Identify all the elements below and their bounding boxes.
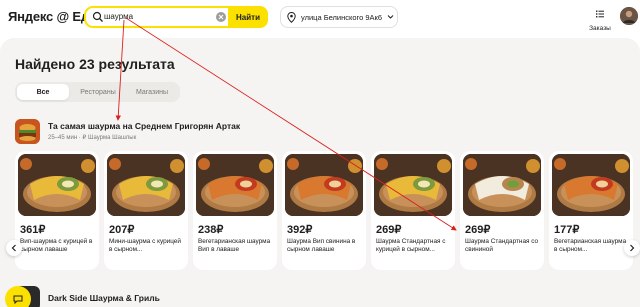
product-card[interactable]: 269₽ Шаурма Стандартная со свининой <box>460 151 544 270</box>
tab-all[interactable]: Все <box>17 84 69 100</box>
product-price: 207₽ <box>109 224 135 236</box>
chevron-left-icon <box>11 244 16 252</box>
product-price: 269₽ <box>465 224 491 236</box>
product-name: Вегетарианская шаурма в сырном... <box>554 238 627 253</box>
product-name: Вегетарианская шаурма Вип в лаваше <box>198 238 271 253</box>
product-image <box>196 154 274 216</box>
product-name: Шаурма Стандартная с курицей в сырном... <box>376 238 446 253</box>
orders-button[interactable]: Заказы <box>586 6 614 32</box>
header: Яндекс @ Еда шаурма Найти улица Белинско… <box>0 0 640 36</box>
tab-stores[interactable]: Магазины <box>126 84 178 100</box>
carousel-next-button[interactable] <box>624 240 640 256</box>
product-price: 392₽ <box>287 224 313 236</box>
address-text: улица Белинского 9Ак6 <box>301 13 382 22</box>
tab-restaurants[interactable]: Рестораны <box>72 84 124 100</box>
product-price: 269₽ <box>376 224 402 236</box>
results-title: Найдено 23 результата <box>15 56 175 72</box>
restaurant2-name[interactable]: Dark Side Шаурма & Гриль <box>48 293 160 303</box>
search-icon <box>92 11 103 22</box>
restaurant-logo[interactable] <box>15 119 40 144</box>
product-card[interactable]: 269₽ Шаурма Стандартная с курицей в сырно… <box>371 151 455 270</box>
support-chat-button[interactable] <box>5 286 31 307</box>
chevron-down-icon <box>387 15 394 19</box>
product-image <box>374 154 452 216</box>
search-input[interactable]: шаурма <box>104 12 133 21</box>
search-bar[interactable]: шаурма Найти <box>84 6 268 28</box>
product-image <box>18 154 96 216</box>
product-price: 177₽ <box>554 224 580 236</box>
product-card[interactable]: 207₽ Мини-шаурма с курицей в сырном... <box>104 151 188 270</box>
avatar[interactable] <box>620 7 638 25</box>
product-card[interactable]: 177₽ Вегетарианская шаурма в сырном... <box>549 151 633 270</box>
filter-tabs: Все Рестораны Магазины <box>15 82 180 102</box>
location-pin-icon <box>287 12 296 23</box>
chat-icon <box>13 295 23 305</box>
yandex-eda-logo[interactable]: Яндекс @ Еда <box>8 9 96 24</box>
product-image <box>463 154 541 216</box>
product-name: Шаурма Вип свинина в сырном лаваше <box>287 238 356 253</box>
chevron-right-icon <box>630 244 635 252</box>
clear-search-icon[interactable] <box>216 12 226 22</box>
find-button[interactable]: Найти <box>228 6 268 28</box>
product-card[interactable]: 392₽ Шаурма Вип свинина в сырном лаваше <box>282 151 366 270</box>
carousel-prev-button[interactable] <box>6 240 22 256</box>
product-image <box>285 154 363 216</box>
product-name: Вип-шаурма с курицей в сырном лаваше <box>20 238 93 253</box>
product-image <box>107 154 185 216</box>
product-price: 361₽ <box>20 224 46 236</box>
product-name: Мини-шаурма с курицей в сырном... <box>109 238 181 253</box>
product-price: 238₽ <box>198 224 224 236</box>
product-image <box>552 154 630 216</box>
product-card[interactable]: 238₽ Вегетарианская шаурма Вип в лаваше <box>193 151 277 270</box>
orders-icon <box>596 10 604 18</box>
product-name: Шаурма Стандартная со свининой <box>465 238 539 253</box>
search-results-panel: Найдено 23 результата Все Рестораны Мага… <box>0 38 640 307</box>
product-card[interactable]: 361₽ Вип-шаурма с курицей в сырном лаваше <box>15 151 99 270</box>
orders-label: Заказы <box>589 25 611 32</box>
restaurant-name[interactable]: Та самая шаурма на Среднем Григорян Арта… <box>48 121 240 131</box>
restaurant-meta: 25–45 мин · ₽ Шаурма Шашлык <box>48 135 137 141</box>
address-selector[interactable]: улица Белинского 9Ак6 <box>280 6 398 28</box>
